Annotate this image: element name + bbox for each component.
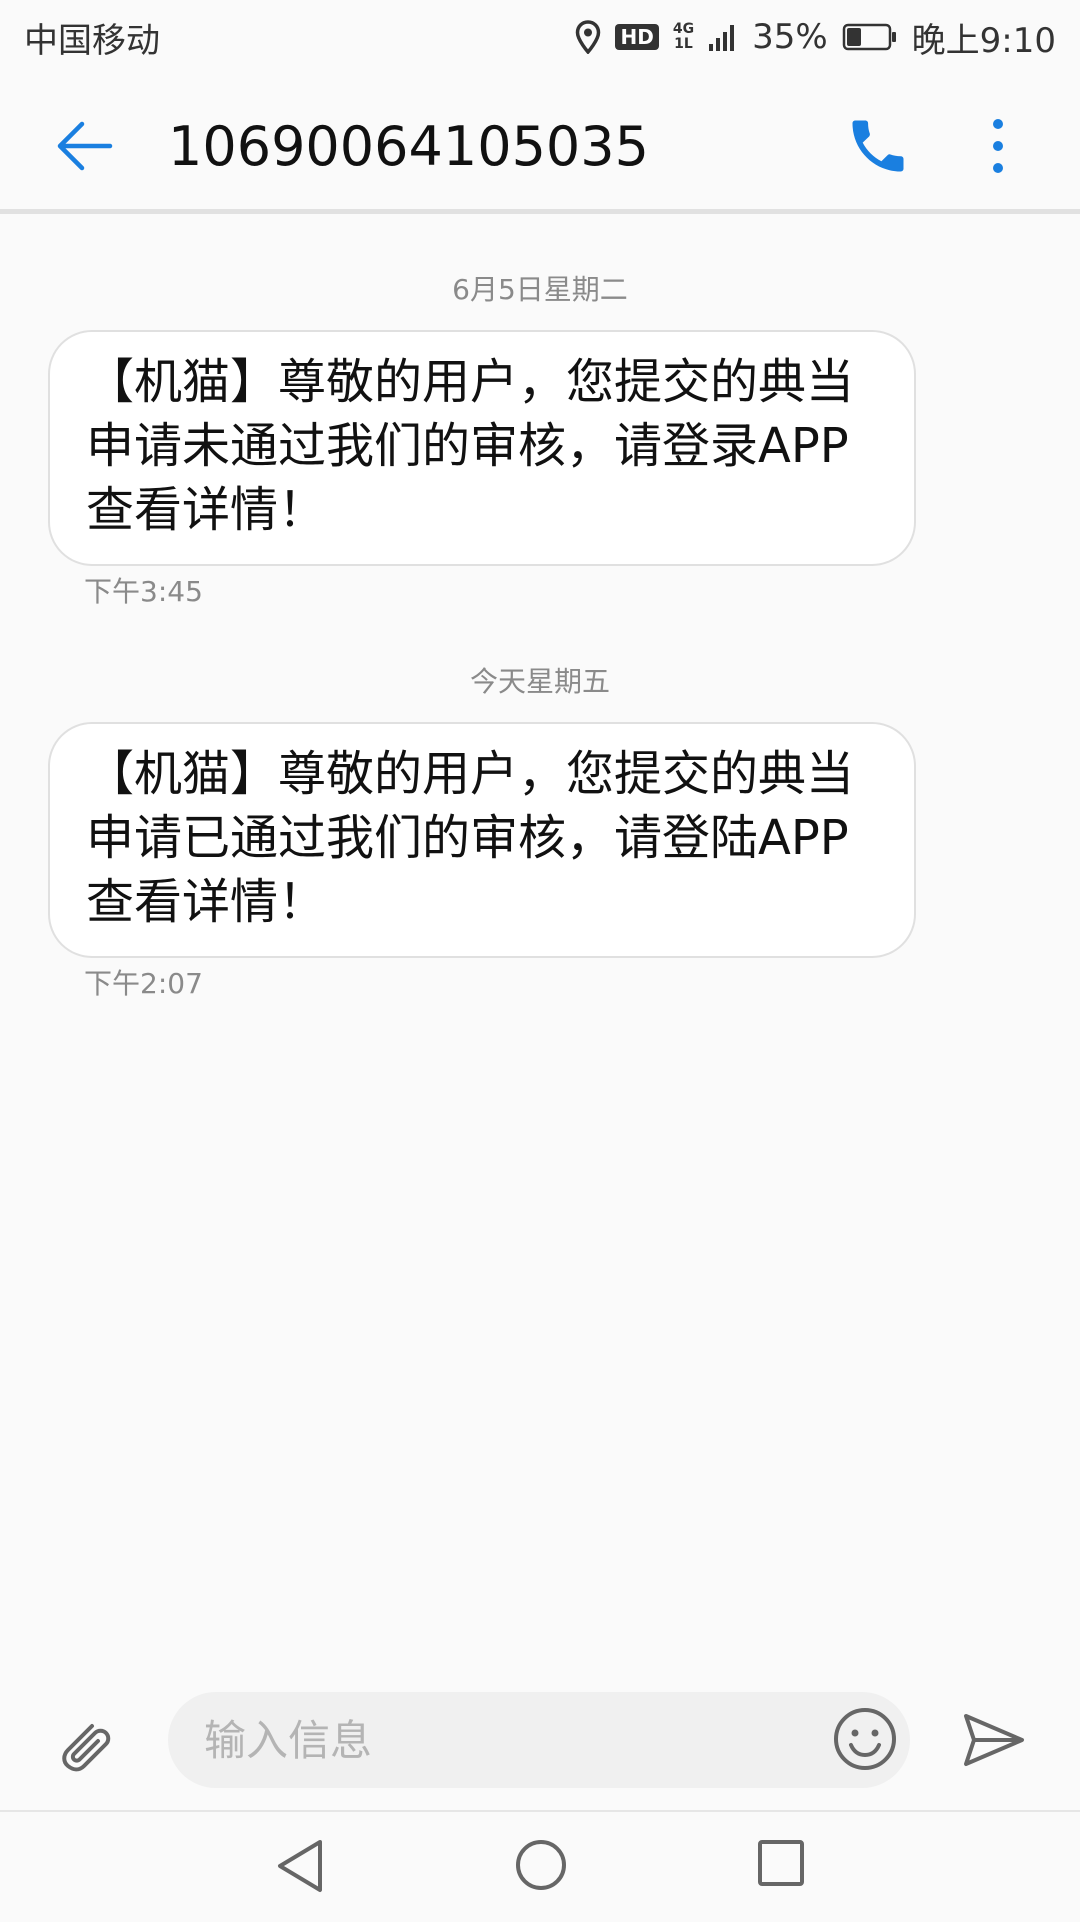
hd-badge: HD bbox=[615, 24, 659, 50]
more-options-button[interactable] bbox=[978, 112, 1018, 180]
network-type-label: 4G bbox=[672, 21, 695, 37]
nav-back-button[interactable] bbox=[272, 1836, 328, 1896]
circle-home-icon bbox=[516, 1840, 566, 1890]
conversation-title: 10690064105035 bbox=[168, 115, 649, 178]
composer-bar bbox=[0, 1676, 1080, 1806]
clock: 晚上9:10 bbox=[911, 20, 1056, 61]
status-icons: HD 4G 1L 35% 晚上9:10 bbox=[575, 13, 1056, 62]
arrow-left-icon bbox=[57, 121, 113, 171]
more-vertical-icon bbox=[993, 119, 1003, 173]
phone-icon bbox=[852, 120, 904, 172]
triangle-back-icon bbox=[278, 1840, 322, 1892]
nav-home-button[interactable] bbox=[514, 1838, 568, 1892]
call-button[interactable] bbox=[844, 112, 912, 180]
message-time: 下午2:07 bbox=[84, 967, 203, 1000]
app-bar: 10690064105035 bbox=[0, 74, 1080, 214]
smiley-icon bbox=[834, 1708, 896, 1770]
date-separator: 今天星期五 bbox=[469, 665, 610, 698]
message-bubble[interactable]: 【机猫】尊敬的用户，您提交的典当申请未通过我们的审核，请登录APP查看详情！ bbox=[48, 330, 916, 566]
send-button[interactable] bbox=[962, 1710, 1026, 1770]
send-icon bbox=[964, 1714, 1024, 1766]
paperclip-icon bbox=[62, 1724, 111, 1772]
battery-percent: 35% bbox=[752, 17, 828, 57]
attach-button[interactable] bbox=[52, 1712, 116, 1776]
system-nav-bar bbox=[0, 1810, 1080, 1922]
signal-icon bbox=[708, 22, 738, 52]
message-input[interactable] bbox=[168, 1692, 910, 1788]
square-recent-icon bbox=[758, 1840, 804, 1886]
battery-icon bbox=[842, 22, 898, 52]
emoji-button[interactable] bbox=[832, 1706, 898, 1772]
status-bar: 中国移动 HD 4G 1L 35% 晚上9:10 bbox=[0, 0, 1080, 74]
message-bubble[interactable]: 【机猫】尊敬的用户，您提交的典当申请已通过我们的审核，请登陆APP查看详情！ bbox=[48, 722, 916, 958]
network-type: 4G 1L bbox=[673, 22, 694, 52]
location-icon bbox=[575, 20, 601, 54]
carrier-label: 中国移动 bbox=[24, 20, 160, 61]
back-button[interactable] bbox=[52, 114, 116, 178]
message-time: 下午3:45 bbox=[84, 575, 203, 608]
date-separator: 6月5日星期二 bbox=[452, 273, 628, 306]
nav-recent-button[interactable] bbox=[756, 1838, 806, 1888]
network-sub-label: 1L bbox=[674, 36, 693, 52]
